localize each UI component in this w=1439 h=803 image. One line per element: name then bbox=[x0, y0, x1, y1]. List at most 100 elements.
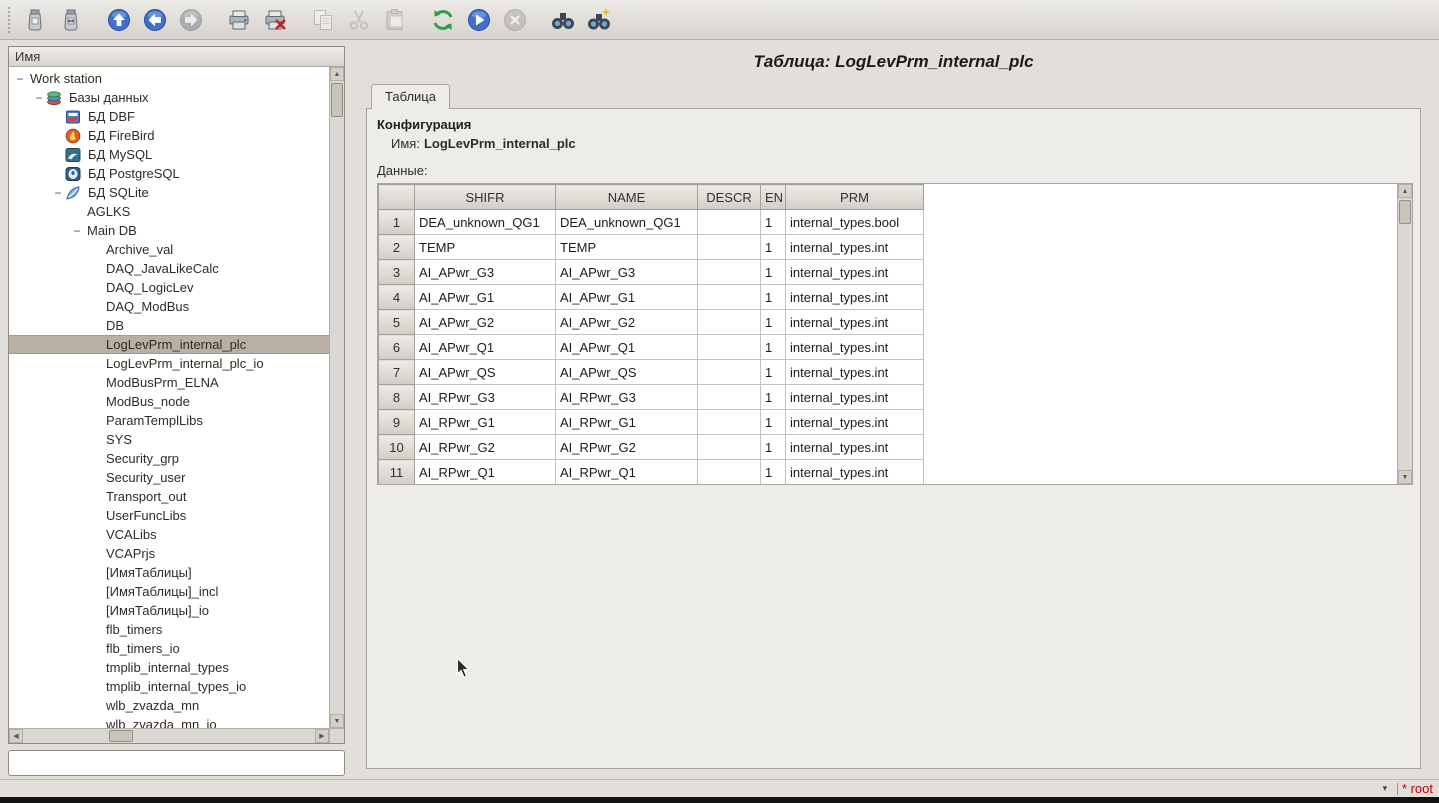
row-header-1[interactable]: 1 bbox=[379, 210, 415, 235]
tree-item--имятаблицы-_incl[interactable]: [ИмяТаблицы]_incl bbox=[9, 582, 329, 601]
cell-shifr-5[interactable]: AI_APwr_G2 bbox=[415, 310, 556, 335]
tree-item-daq_logiclev[interactable]: DAQ_LogicLev bbox=[9, 278, 329, 297]
row-header-6[interactable]: 6 bbox=[379, 335, 415, 360]
tree-header-name[interactable]: Имя bbox=[9, 47, 344, 67]
go-up-button[interactable] bbox=[104, 5, 134, 35]
cell-prm-10[interactable]: internal_types.int bbox=[786, 435, 924, 460]
scroll-up-arrow-icon[interactable]: ▲ bbox=[330, 67, 344, 81]
cell-en-10[interactable]: 1 bbox=[761, 435, 786, 460]
cell-name-4[interactable]: AI_APwr_G1 bbox=[556, 285, 698, 310]
cell-name-5[interactable]: AI_APwr_G2 bbox=[556, 310, 698, 335]
cell-shifr-8[interactable]: AI_RPwr_G3 bbox=[415, 385, 556, 410]
start-updating-button[interactable] bbox=[464, 5, 494, 35]
cell-prm-2[interactable]: internal_types.int bbox=[786, 235, 924, 260]
tree-item-tmplib_internal_types_io[interactable]: tmplib_internal_types_io bbox=[9, 677, 329, 696]
save-to-db-button[interactable] bbox=[56, 5, 86, 35]
scrollbar-track[interactable] bbox=[23, 729, 315, 743]
cell-prm-5[interactable]: internal_types.int bbox=[786, 310, 924, 335]
tree-item-wlb_zvazda_mn_io[interactable]: wlb_zvazda_mn_io bbox=[9, 715, 329, 728]
tree-item-modbusprm_elna[interactable]: ModBusPrm_ELNA bbox=[9, 373, 329, 392]
tree-item-бд-mysql[interactable]: БД MySQL bbox=[9, 145, 329, 164]
tree-item-flb_timers[interactable]: flb_timers bbox=[9, 620, 329, 639]
tree-item-transport_out[interactable]: Transport_out bbox=[9, 487, 329, 506]
row-header-5[interactable]: 5 bbox=[379, 310, 415, 335]
cell-descr-6[interactable] bbox=[698, 335, 761, 360]
tree-item--имятаблицы-[interactable]: [ИмяТаблицы] bbox=[9, 563, 329, 582]
cell-shifr-11[interactable]: AI_RPwr_Q1 bbox=[415, 460, 556, 485]
tree-item-sys[interactable]: SYS bbox=[9, 430, 329, 449]
tree-item-бд-sqlite[interactable]: −БД SQLite bbox=[9, 183, 329, 202]
cell-prm-7[interactable]: internal_types.int bbox=[786, 360, 924, 385]
cell-shifr-2[interactable]: TEMP bbox=[415, 235, 556, 260]
cell-descr-11[interactable] bbox=[698, 460, 761, 485]
cell-name-8[interactable]: AI_RPwr_G3 bbox=[556, 385, 698, 410]
column-header-en[interactable]: EN bbox=[761, 185, 786, 210]
cell-prm-11[interactable]: internal_types.int bbox=[786, 460, 924, 485]
tree-item-бд-firebird[interactable]: БД FireBird bbox=[9, 126, 329, 145]
tree-item-aglks[interactable]: AGLKS bbox=[9, 202, 329, 221]
scrollbar-thumb[interactable] bbox=[1399, 200, 1411, 224]
tree-item-work-station[interactable]: −Work station bbox=[9, 69, 329, 88]
scroll-down-arrow-icon[interactable]: ▼ bbox=[1398, 470, 1412, 484]
cell-prm-6[interactable]: internal_types.int bbox=[786, 335, 924, 360]
cell-descr-2[interactable] bbox=[698, 235, 761, 260]
tree-item--имятаблицы-_io[interactable]: [ИмяТаблицы]_io bbox=[9, 601, 329, 620]
cell-name-10[interactable]: AI_RPwr_G2 bbox=[556, 435, 698, 460]
row-header-2[interactable]: 2 bbox=[379, 235, 415, 260]
tree-item-daq_modbus[interactable]: DAQ_ModBus bbox=[9, 297, 329, 316]
scroll-right-arrow-icon[interactable]: ▶ bbox=[315, 729, 329, 743]
cell-en-7[interactable]: 1 bbox=[761, 360, 786, 385]
cell-en-8[interactable]: 1 bbox=[761, 385, 786, 410]
cell-prm-1[interactable]: internal_types.bool bbox=[786, 210, 924, 235]
cell-descr-4[interactable] bbox=[698, 285, 761, 310]
tree-item-modbus_node[interactable]: ModBus_node bbox=[9, 392, 329, 411]
cell-name-6[interactable]: AI_APwr_Q1 bbox=[556, 335, 698, 360]
cell-name-9[interactable]: AI_RPwr_G1 bbox=[556, 410, 698, 435]
tree-item-tmplib_internal_types[interactable]: tmplib_internal_types bbox=[9, 658, 329, 677]
tree-item-security_user[interactable]: Security_user bbox=[9, 468, 329, 487]
collapse-icon[interactable]: − bbox=[32, 91, 46, 105]
status-combo-button[interactable]: ▾ bbox=[1377, 782, 1393, 796]
cell-name-7[interactable]: AI_APwr_QS bbox=[556, 360, 698, 385]
row-header-11[interactable]: 11 bbox=[379, 460, 415, 485]
tree-horizontal-scrollbar[interactable]: ◀ ▶ bbox=[9, 729, 329, 743]
tree-item-бд-postgresql[interactable]: БД PostgreSQL bbox=[9, 164, 329, 183]
tree-item-security_grp[interactable]: Security_grp bbox=[9, 449, 329, 468]
splitter-handle[interactable] bbox=[352, 40, 360, 779]
column-header-prm[interactable]: PRM bbox=[786, 185, 924, 210]
tree-item-vcaprjs[interactable]: VCAPrjs bbox=[9, 544, 329, 563]
cell-en-5[interactable]: 1 bbox=[761, 310, 786, 335]
add-item-button[interactable] bbox=[224, 5, 254, 35]
cell-shifr-1[interactable]: DEA_unknown_QG1 bbox=[415, 210, 556, 235]
scroll-left-arrow-icon[interactable]: ◀ bbox=[9, 729, 23, 743]
cell-name-3[interactable]: AI_APwr_G3 bbox=[556, 260, 698, 285]
cell-en-11[interactable]: 1 bbox=[761, 460, 786, 485]
column-header-descr[interactable]: DESCR bbox=[698, 185, 761, 210]
cell-prm-9[interactable]: internal_types.int bbox=[786, 410, 924, 435]
cell-descr-8[interactable] bbox=[698, 385, 761, 410]
cell-descr-1[interactable] bbox=[698, 210, 761, 235]
cell-shifr-6[interactable]: AI_APwr_Q1 bbox=[415, 335, 556, 360]
cell-en-1[interactable]: 1 bbox=[761, 210, 786, 235]
column-header-shifr[interactable]: SHIFR bbox=[415, 185, 556, 210]
scroll-up-arrow-icon[interactable]: ▲ bbox=[1398, 184, 1412, 198]
row-header-8[interactable]: 8 bbox=[379, 385, 415, 410]
scrollbar-thumb[interactable] bbox=[331, 83, 343, 117]
scroll-down-arrow-icon[interactable]: ▼ bbox=[330, 714, 344, 728]
tree-filter-input[interactable] bbox=[8, 750, 345, 776]
cell-descr-7[interactable] bbox=[698, 360, 761, 385]
cell-shifr-7[interactable]: AI_APwr_QS bbox=[415, 360, 556, 385]
cell-en-6[interactable]: 1 bbox=[761, 335, 786, 360]
go-back-button[interactable] bbox=[140, 5, 170, 35]
tab-table[interactable]: Таблица bbox=[371, 84, 450, 109]
cell-name-2[interactable]: TEMP bbox=[556, 235, 698, 260]
tree-item-db[interactable]: DB bbox=[9, 316, 329, 335]
cell-prm-4[interactable]: internal_types.int bbox=[786, 285, 924, 310]
tree-item-wlb_zvazda_mn[interactable]: wlb_zvazda_mn bbox=[9, 696, 329, 715]
collapse-icon[interactable]: − bbox=[70, 224, 84, 238]
cell-descr-10[interactable] bbox=[698, 435, 761, 460]
tree-item-loglevprm_internal_plc[interactable]: LogLevPrm_internal_plc bbox=[9, 335, 329, 354]
tree-item-daq_javalikecalc[interactable]: DAQ_JavaLikeCalc bbox=[9, 259, 329, 278]
tree-item-vcalibs[interactable]: VCALibs bbox=[9, 525, 329, 544]
tree-item-paramtempllibs[interactable]: ParamTemplLibs bbox=[9, 411, 329, 430]
